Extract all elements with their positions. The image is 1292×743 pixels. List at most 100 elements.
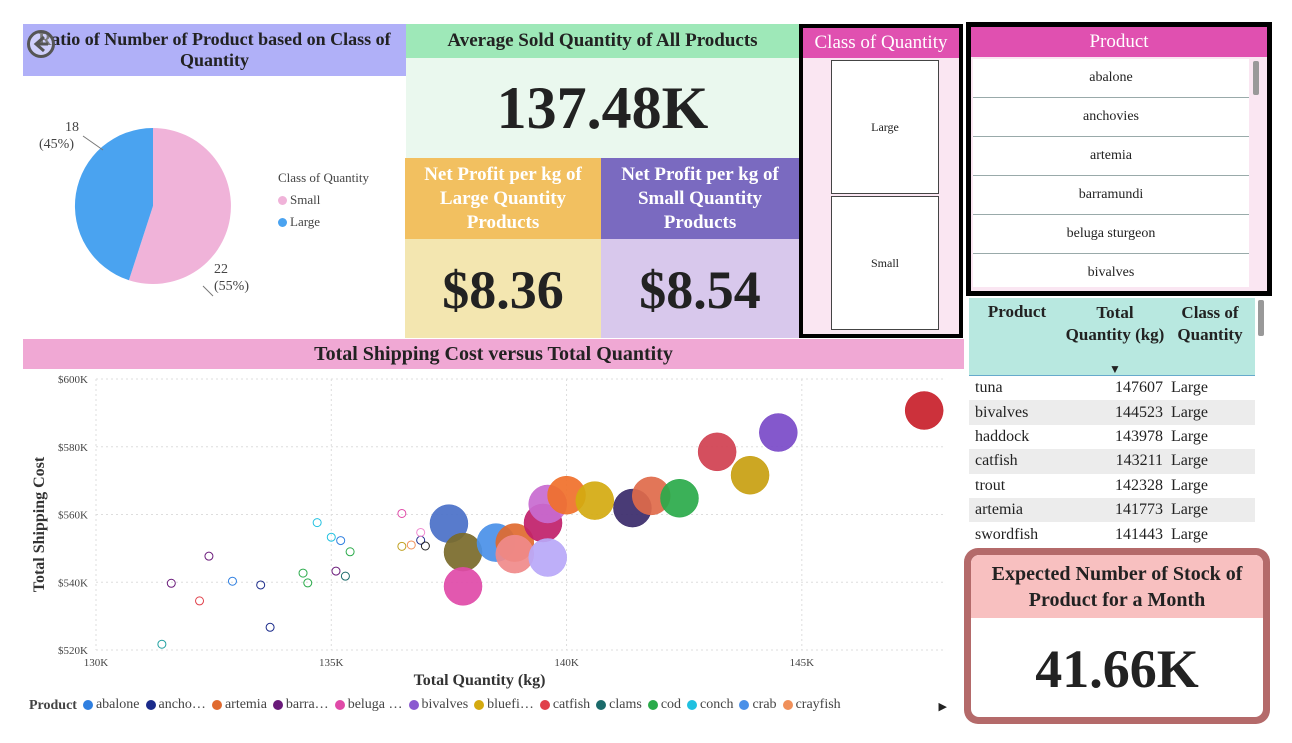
scatter-point[interactable] [312,518,322,528]
pie-label-large-count: 18 [65,120,79,135]
table-row[interactable]: catfish 143211 Large [969,449,1255,474]
scatter-legend-item[interactable]: bivalves [408,697,469,713]
scatter-legend-item[interactable]: conch [687,697,733,713]
scatter-point[interactable] [397,508,407,518]
scatter-point[interactable] [256,580,266,590]
class-option-small[interactable]: Small [831,196,939,330]
legend-next-icon[interactable]: ▶ [939,700,947,713]
y-axis-label: Total Shipping Cost [31,456,48,592]
pie-legend-item-large[interactable]: Large [278,214,369,230]
scatter-legend-item[interactable]: ancho… [145,697,206,713]
scatter-title: Total Shipping Cost versus Total Quantit… [314,342,673,365]
scatter-point[interactable] [904,391,944,430]
scatter-legend-item[interactable]: barra… [272,697,329,713]
product-item[interactable]: beluga sturgeon [973,215,1249,254]
product-item[interactable]: artemia [973,137,1249,176]
legend-dot-large [278,217,287,227]
profit-large-title-bar: Net Profit per kg of Large Quantity Prod… [405,158,601,239]
scatter-point[interactable] [759,413,798,452]
scatter-point[interactable] [204,551,214,561]
pie-label-small-pct: (55%) [214,279,249,294]
scatter-point[interactable] [166,578,176,588]
legend-label: cod [660,697,682,712]
table-row[interactable]: swordfish 141443 Large [969,522,1255,546]
profit-large-title: Net Profit per kg of Large Quantity Prod… [424,163,582,233]
scatter-point[interactable] [420,541,430,551]
table-body: tuna 147607 Large bivalves 144523 Large hadd… [969,376,1255,547]
legend-label: bivalves [421,697,469,712]
scatter-point[interactable] [397,541,407,551]
class-slicer: Class of Quantity Large Small [799,24,963,338]
legend-dot [145,700,156,710]
profit-large-card: Net Profit per kg of Large Quantity Prod… [405,158,601,338]
sort-desc-icon: ▼ [1109,362,1121,376]
scatter-point[interactable] [265,622,275,632]
col-product[interactable]: Product [969,298,1065,375]
scatter-point[interactable] [730,455,770,495]
scatter-legend-item[interactable]: beluga … [334,697,403,713]
legend-dot [272,700,283,710]
scatter-point[interactable] [336,536,346,546]
col-class[interactable]: Class of Quantity [1165,298,1255,375]
legend-label: ancho… [158,697,206,712]
scatter-legend-item[interactable]: clams [596,697,642,713]
scatter-point[interactable] [227,576,237,586]
table-row[interactable]: trout 142328 Large [969,474,1255,498]
scatter-point[interactable] [157,639,167,649]
legend-label: crayfish [795,697,841,712]
product-item[interactable]: abalone [973,59,1249,98]
legend-dot [647,700,658,710]
scatter-point[interactable] [443,567,483,606]
expected-title: Expected Number of Stock of Product for … [991,562,1243,611]
scatter-point[interactable] [331,566,341,576]
scatter-point[interactable] [406,540,416,550]
table-row[interactable]: haddock 143978 Large [969,425,1255,449]
scatter-point[interactable] [495,534,535,574]
scatter-point[interactable] [575,481,615,520]
scatter-point[interactable] [340,571,350,581]
scatter-legend-item[interactable]: bluefi… [474,697,534,713]
scatter-point[interactable] [303,578,313,588]
scatter-point[interactable] [195,596,205,606]
table-row[interactable]: bivalves 144523 Large [969,400,1255,425]
table-row[interactable]: tuna 147607 Large [969,376,1255,400]
x-tick-label: 130K [84,657,109,669]
class-slicer-title: Class of Quantity [814,32,948,53]
class-option-large[interactable]: Large [831,60,939,194]
avg-sold-value: 137.48K [496,74,709,141]
product-item[interactable]: anchovies [973,98,1249,137]
pie-legend-title: Class of Quantity [278,170,369,185]
scatter-legend-item[interactable]: cod [647,697,682,713]
product-list[interactable]: abalone anchovies artemia barramundi bel… [973,59,1249,287]
legend-label: conch [700,697,734,712]
scatter-point[interactable] [345,547,355,557]
scatter-legend-item[interactable]: crab [739,697,777,713]
scatter-point[interactable] [443,532,483,572]
product-item[interactable]: bivalves [973,254,1249,287]
table-scrollbar[interactable] [1258,300,1264,336]
product-item[interactable]: barramundi [973,176,1249,215]
expected-stock-card: Expected Number of Stock of Product for … [964,548,1270,724]
scatter-legend-item[interactable]: abalone [82,697,140,713]
x-axis-label: Total Quantity (kg) [414,672,546,689]
col-total-quantity[interactable]: Total Quantity (kg) ▼ [1065,298,1165,375]
scatter-legend-item[interactable]: catfish [539,697,590,713]
scatter-point[interactable] [660,478,699,518]
legend-dot [82,700,93,710]
back-arrow-icon[interactable] [27,30,55,58]
scatter-legend-item[interactable]: crayfish [782,697,841,713]
scatter-point[interactable] [416,527,426,537]
pie-title: Ratio of Number of Product based on Clas… [38,29,391,70]
legend-label: barra… [285,697,329,712]
legend-label: beluga … [347,697,403,712]
product-slicer-title-bar: Product [971,27,1267,57]
product-table: Product Total Quantity (kg) ▼ Class of Q… [969,298,1269,546]
scatter-legend-item[interactable]: artemia [211,697,267,713]
table-header: Product Total Quantity (kg) ▼ Class of Q… [969,298,1255,376]
scatter-point[interactable] [697,432,737,472]
product-list-scrollbar[interactable] [1253,61,1259,95]
scatter-point[interactable] [298,568,308,578]
pie-legend-item-small[interactable]: Small [278,192,369,208]
scatter-point[interactable] [528,538,567,577]
table-row[interactable]: artemia 141773 Large [969,497,1255,523]
